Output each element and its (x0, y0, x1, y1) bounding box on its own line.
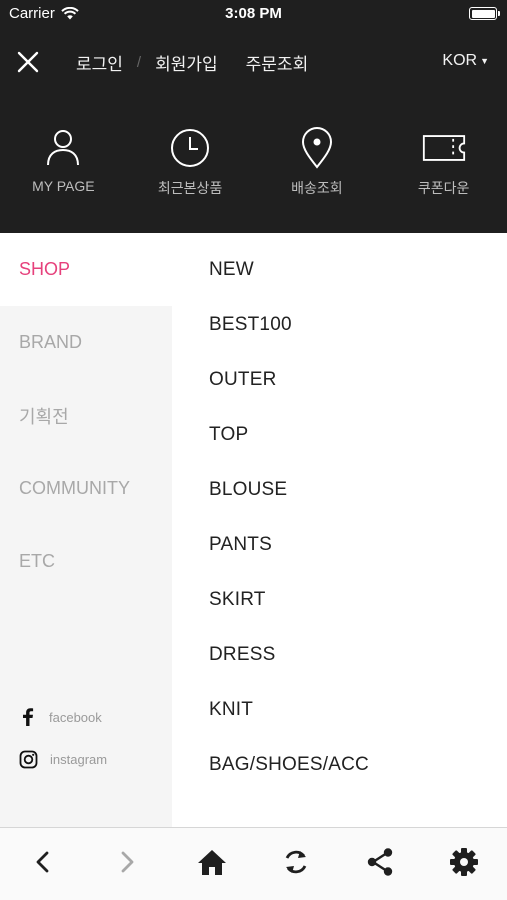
submenu-item-best100[interactable]: BEST100 (209, 297, 292, 352)
quick-menu: MY PAGE 최근본상품 배송조회 쿠폰다운 (0, 126, 507, 206)
refresh-button[interactable] (276, 842, 316, 882)
forward-icon (121, 851, 134, 873)
quick-item-coupon[interactable]: 쿠폰다운 (380, 126, 507, 206)
shop-submenu: NEW BEST100 OUTER TOP BLOUSE PANTS SKIRT… (172, 233, 507, 827)
category-item-brand[interactable]: BRAND (0, 306, 172, 379)
back-button[interactable] (23, 842, 63, 882)
category-item-special[interactable]: 기획전 (0, 379, 172, 452)
account-links: 로그인 / 회원가입 주문조회 (76, 50, 308, 75)
facebook-link[interactable]: facebook (19, 707, 102, 727)
instagram-link[interactable]: instagram (19, 750, 107, 769)
settings-button[interactable] (444, 842, 484, 882)
quick-item-label: MY PAGE (32, 178, 95, 194)
quick-item-label: 최근본상품 (157, 180, 223, 196)
submenu-item-dress[interactable]: DRESS (209, 627, 275, 682)
caret-down-icon: ▼ (480, 56, 489, 66)
category-item-etc[interactable]: ETC (0, 525, 172, 598)
close-icon (17, 51, 39, 73)
quick-item-delivery[interactable]: 배송조회 (254, 126, 381, 206)
share-button[interactable] (360, 842, 400, 882)
language-selector[interactable]: KOR ▼ (442, 52, 489, 70)
clock-time: 3:08 PM (225, 5, 282, 22)
close-button[interactable] (14, 48, 42, 76)
forward-button[interactable] (107, 842, 147, 882)
submenu-item-outer[interactable]: OUTER (209, 352, 277, 407)
language-label: KOR (442, 52, 478, 69)
category-item-community[interactable]: COMMUNITY (0, 452, 172, 525)
quick-item-recent[interactable]: 최근본상품 (127, 126, 254, 206)
browser-toolbar (0, 827, 507, 900)
user-icon (41, 126, 85, 170)
submenu-item-new[interactable]: NEW (209, 242, 254, 297)
login-link[interactable]: 로그인 (76, 50, 123, 75)
menu-header: 로그인 / 회원가입 주문조회 KOR ▼ MY PAGE 최근본상품 배송조회… (0, 26, 507, 233)
signup-link[interactable]: 회원가입 (155, 50, 218, 75)
submenu-item-pants[interactable]: PANTS (209, 517, 272, 572)
instagram-icon (19, 750, 38, 769)
quick-item-label: 쿠폰다운 (417, 180, 470, 196)
share-icon (367, 848, 393, 876)
submenu-item-knit[interactable]: KNIT (209, 682, 253, 737)
clock-icon (168, 126, 212, 170)
location-pin-icon (295, 126, 339, 170)
quick-item-mypage[interactable]: MY PAGE (0, 126, 127, 206)
status-bar: Carrier 3:08 PM (0, 0, 507, 26)
category-item-shop[interactable]: SHOP (0, 233, 172, 306)
submenu-item-skirt[interactable]: SKIRT (209, 572, 266, 627)
refresh-icon (285, 850, 307, 874)
submenu-item-top[interactable]: TOP (209, 407, 248, 462)
quick-item-label: 배송조회 (291, 180, 343, 196)
back-icon (36, 851, 49, 873)
category-sidebar: SHOP BRAND 기획전 COMMUNITY ETC facebook in… (0, 233, 172, 827)
settings-icon (450, 848, 478, 876)
battery-icon (469, 7, 500, 20)
submenu-item-bag-shoes-acc[interactable]: BAG/SHOES/ACC (209, 737, 369, 792)
ticket-icon (422, 126, 466, 170)
home-button[interactable] (192, 842, 232, 882)
facebook-label: facebook (49, 709, 102, 725)
link-separator: / (136, 54, 142, 71)
submenu-item-blouse[interactable]: BLOUSE (209, 462, 287, 517)
facebook-icon (23, 708, 34, 726)
instagram-label: instagram (50, 752, 108, 767)
order-lookup-link[interactable]: 주문조회 (246, 50, 309, 75)
home-icon (198, 850, 226, 875)
